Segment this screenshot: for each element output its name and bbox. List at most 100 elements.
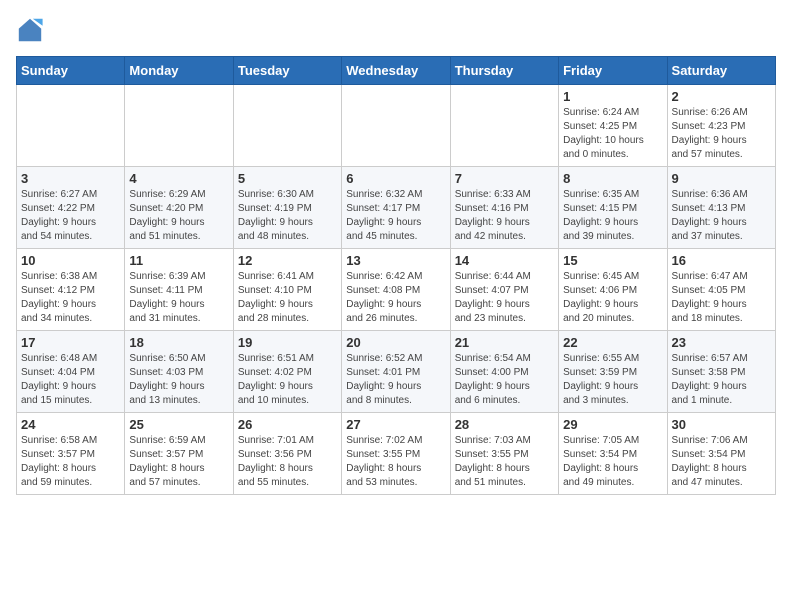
day-info: Sunrise: 6:44 AM Sunset: 4:07 PM Dayligh… <box>455 270 554 326</box>
day-info: Sunrise: 6:55 AM Sunset: 3:59 PM Dayligh… <box>563 352 662 408</box>
day-number: 19 <box>238 335 337 350</box>
day-number: 21 <box>455 335 554 350</box>
calendar-cell: 6Sunrise: 6:32 AM Sunset: 4:17 PM Daylig… <box>342 167 450 249</box>
calendar-cell: 21Sunrise: 6:54 AM Sunset: 4:00 PM Dayli… <box>450 331 558 413</box>
logo-icon <box>16 16 44 44</box>
calendar-cell: 22 Sunrise: 6:55 AM Sunset: 3:59 PM Dayli… <box>559 331 667 413</box>
day-number: 2 <box>672 89 771 104</box>
day-number: 1 <box>563 89 662 104</box>
day-info: Sunrise: 6:59 AM Sunset: 3:57 PM Dayligh… <box>129 434 228 490</box>
day-number: 14 <box>455 253 554 268</box>
calendar-table: Sunday Monday Tuesday Wednesday Thursday… <box>16 56 776 495</box>
calendar-cell: 29 Sunrise: 7:05 AM Sunset: 3:54 PM Dayli… <box>559 413 667 495</box>
calendar-cell <box>342 85 450 167</box>
day-info: Sunrise: 6:45 AM Sunset: 4:06 PM Dayligh… <box>563 270 662 326</box>
calendar-cell <box>450 85 558 167</box>
calendar-week-3: 10 Sunrise: 6:38 AM Sunset: 4:12 PM Dayli… <box>17 249 776 331</box>
header-thursday: Thursday <box>450 57 558 85</box>
day-number: 9 <box>672 171 771 186</box>
calendar-cell: 7 Sunrise: 6:33 AM Sunset: 4:16 PM Daylig… <box>450 167 558 249</box>
calendar-cell: 23 Sunrise: 6:57 AM Sunset: 3:58 PM Dayli… <box>667 331 775 413</box>
header-friday: Friday <box>559 57 667 85</box>
day-number: 22 <box>563 335 662 350</box>
day-number: 4 <box>129 171 228 186</box>
day-info: Sunrise: 6:33 AM Sunset: 4:16 PM Dayligh… <box>455 188 554 244</box>
calendar-cell: 17Sunrise: 6:48 AM Sunset: 4:04 PM Dayli… <box>17 331 125 413</box>
calendar-cell <box>17 85 125 167</box>
header-monday: Monday <box>125 57 233 85</box>
calendar-cell: 14 Sunrise: 6:44 AM Sunset: 4:07 PM Dayli… <box>450 249 558 331</box>
calendar-body: 1Sunrise: 6:24 AM Sunset: 4:25 PM Daylig… <box>17 85 776 495</box>
day-number: 29 <box>563 417 662 432</box>
header-wednesday: Wednesday <box>342 57 450 85</box>
day-number: 20 <box>346 335 445 350</box>
calendar-cell: 4 Sunrise: 6:29 AM Sunset: 4:20 PM Daylig… <box>125 167 233 249</box>
day-info: Sunrise: 6:29 AM Sunset: 4:20 PM Dayligh… <box>129 188 228 244</box>
day-info: Sunrise: 6:41 AM Sunset: 4:10 PM Dayligh… <box>238 270 337 326</box>
calendar-cell: 20 Sunrise: 6:52 AM Sunset: 4:01 PM Dayli… <box>342 331 450 413</box>
calendar-cell <box>233 85 341 167</box>
day-info: Sunrise: 6:30 AM Sunset: 4:19 PM Dayligh… <box>238 188 337 244</box>
day-number: 23 <box>672 335 771 350</box>
day-info: Sunrise: 6:35 AM Sunset: 4:15 PM Dayligh… <box>563 188 662 244</box>
logo <box>16 16 48 44</box>
day-info: Sunrise: 6:38 AM Sunset: 4:12 PM Dayligh… <box>21 270 120 326</box>
day-info: Sunrise: 6:27 AM Sunset: 4:22 PM Dayligh… <box>21 188 120 244</box>
day-number: 8 <box>563 171 662 186</box>
header-tuesday: Tuesday <box>233 57 341 85</box>
calendar-week-1: 1Sunrise: 6:24 AM Sunset: 4:25 PM Daylig… <box>17 85 776 167</box>
calendar-header: Sunday Monday Tuesday Wednesday Thursday… <box>17 57 776 85</box>
calendar-cell: 24Sunrise: 6:58 AM Sunset: 3:57 PM Dayli… <box>17 413 125 495</box>
day-number: 25 <box>129 417 228 432</box>
calendar-cell: 30 Sunrise: 7:06 AM Sunset: 3:54 PM Dayli… <box>667 413 775 495</box>
calendar-cell: 28 Sunrise: 7:03 AM Sunset: 3:55 PM Dayli… <box>450 413 558 495</box>
day-info: Sunrise: 7:06 AM Sunset: 3:54 PM Dayligh… <box>672 434 771 490</box>
calendar-cell: 8 Sunrise: 6:35 AM Sunset: 4:15 PM Daylig… <box>559 167 667 249</box>
day-number: 5 <box>238 171 337 186</box>
calendar-cell: 3 Sunrise: 6:27 AM Sunset: 4:22 PM Daylig… <box>17 167 125 249</box>
day-number: 7 <box>455 171 554 186</box>
day-number: 26 <box>238 417 337 432</box>
header <box>16 16 776 44</box>
header-sunday: Sunday <box>17 57 125 85</box>
day-info: Sunrise: 7:01 AM Sunset: 3:56 PM Dayligh… <box>238 434 337 490</box>
day-number: 12 <box>238 253 337 268</box>
calendar-cell: 5 Sunrise: 6:30 AM Sunset: 4:19 PM Daylig… <box>233 167 341 249</box>
calendar-cell: 9 Sunrise: 6:36 AM Sunset: 4:13 PM Daylig… <box>667 167 775 249</box>
calendar-cell: 26 Sunrise: 7:01 AM Sunset: 3:56 PM Dayli… <box>233 413 341 495</box>
day-number: 3 <box>21 171 120 186</box>
day-info: Sunrise: 6:51 AM Sunset: 4:02 PM Dayligh… <box>238 352 337 408</box>
day-number: 10 <box>21 253 120 268</box>
calendar-cell: 1Sunrise: 6:24 AM Sunset: 4:25 PM Daylig… <box>559 85 667 167</box>
day-info: Sunrise: 6:57 AM Sunset: 3:58 PM Dayligh… <box>672 352 771 408</box>
calendar-week-4: 17Sunrise: 6:48 AM Sunset: 4:04 PM Dayli… <box>17 331 776 413</box>
calendar-cell: 2 Sunrise: 6:26 AM Sunset: 4:23 PM Daylig… <box>667 85 775 167</box>
day-info: Sunrise: 6:48 AM Sunset: 4:04 PM Dayligh… <box>21 352 120 408</box>
day-info: Sunrise: 7:03 AM Sunset: 3:55 PM Dayligh… <box>455 434 554 490</box>
header-row: Sunday Monday Tuesday Wednesday Thursday… <box>17 57 776 85</box>
day-number: 11 <box>129 253 228 268</box>
day-number: 15 <box>563 253 662 268</box>
header-saturday: Saturday <box>667 57 775 85</box>
day-number: 28 <box>455 417 554 432</box>
day-info: Sunrise: 7:02 AM Sunset: 3:55 PM Dayligh… <box>346 434 445 490</box>
calendar-cell: 12 Sunrise: 6:41 AM Sunset: 4:10 PM Dayli… <box>233 249 341 331</box>
day-number: 18 <box>129 335 228 350</box>
day-info: Sunrise: 6:26 AM Sunset: 4:23 PM Dayligh… <box>672 106 771 162</box>
day-info: Sunrise: 7:05 AM Sunset: 3:54 PM Dayligh… <box>563 434 662 490</box>
calendar-cell: 25 Sunrise: 6:59 AM Sunset: 3:57 PM Dayli… <box>125 413 233 495</box>
calendar-week-5: 24Sunrise: 6:58 AM Sunset: 3:57 PM Dayli… <box>17 413 776 495</box>
day-info: Sunrise: 6:36 AM Sunset: 4:13 PM Dayligh… <box>672 188 771 244</box>
day-info: Sunrise: 6:52 AM Sunset: 4:01 PM Dayligh… <box>346 352 445 408</box>
day-number: 30 <box>672 417 771 432</box>
calendar-cell <box>125 85 233 167</box>
day-info: Sunrise: 6:47 AM Sunset: 4:05 PM Dayligh… <box>672 270 771 326</box>
calendar-cell: 16Sunrise: 6:47 AM Sunset: 4:05 PM Dayli… <box>667 249 775 331</box>
calendar-cell: 18Sunrise: 6:50 AM Sunset: 4:03 PM Dayli… <box>125 331 233 413</box>
calendar-cell: 13 Sunrise: 6:42 AM Sunset: 4:08 PM Dayli… <box>342 249 450 331</box>
day-info: Sunrise: 6:39 AM Sunset: 4:11 PM Dayligh… <box>129 270 228 326</box>
calendar-cell: 10 Sunrise: 6:38 AM Sunset: 4:12 PM Dayli… <box>17 249 125 331</box>
day-number: 13 <box>346 253 445 268</box>
day-info: Sunrise: 6:42 AM Sunset: 4:08 PM Dayligh… <box>346 270 445 326</box>
calendar-week-2: 3 Sunrise: 6:27 AM Sunset: 4:22 PM Daylig… <box>17 167 776 249</box>
